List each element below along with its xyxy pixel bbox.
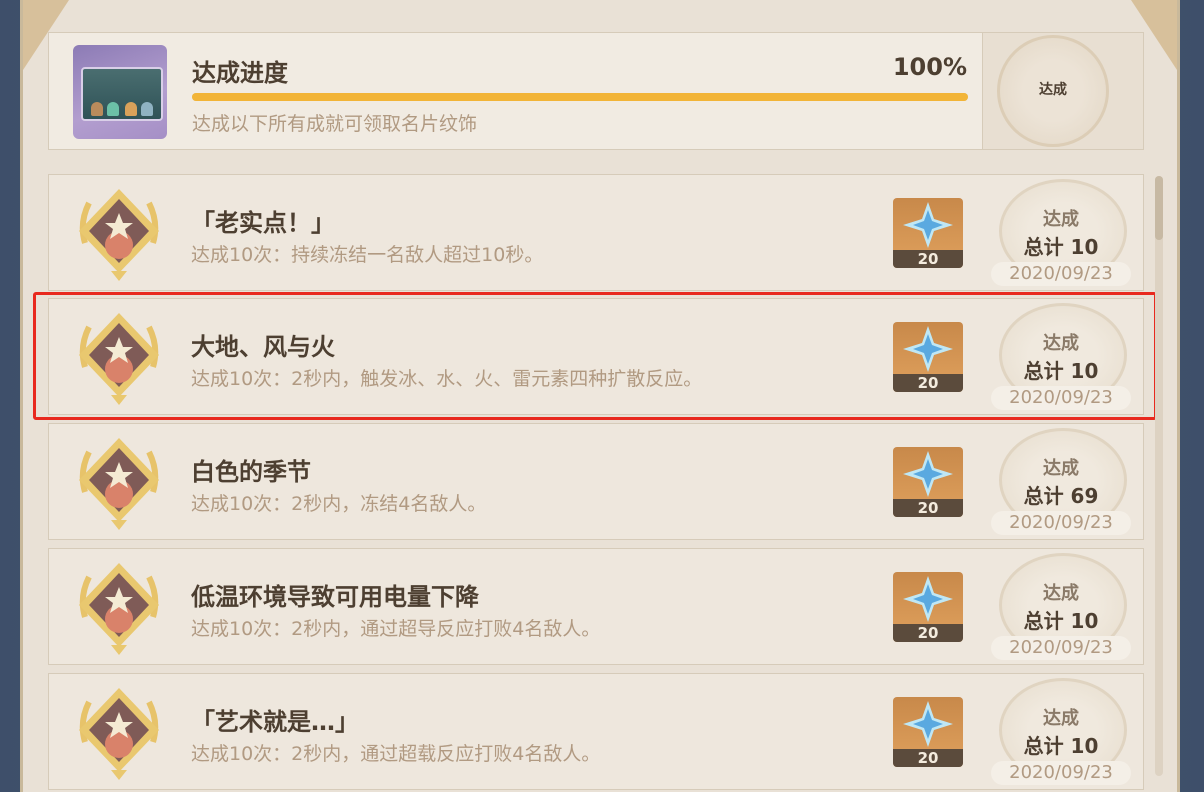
completion-stamp: 达成 总计 69 2020/09/23	[991, 424, 1143, 539]
reward-count: 20	[893, 499, 963, 517]
selection-highlight	[33, 292, 1157, 420]
achievement-badge-icon	[79, 438, 159, 530]
achievement-title: 「艺术就是…」	[191, 708, 359, 736]
achievement-description: 达成10次：2秒内，通过超载反应打败4名敌人。	[191, 743, 601, 765]
completion-date: 2020/09/23	[991, 636, 1131, 660]
stamp-total: 总计 69	[1023, 484, 1099, 508]
completion-stamp: 达成 总计 10 2020/09/23	[991, 674, 1143, 789]
progress-description: 达成以下所有成就可领取名片纹饰	[192, 113, 478, 135]
reward-item[interactable]: 20	[893, 697, 963, 767]
primogem-icon	[903, 451, 953, 497]
progress-bar-fill	[192, 93, 968, 101]
stamp-total: 总计 10	[1023, 235, 1099, 259]
primogem-icon	[903, 576, 953, 622]
stamp-total: 总计 10	[1023, 734, 1099, 758]
namecard-icon	[73, 45, 167, 139]
completion-stamp: 达成 总计 10 2020/09/23	[991, 175, 1143, 290]
achievement-row[interactable]: 白色的季节 达成10次：2秒内，冻结4名敌人。 20 达成 总计 69 2020…	[48, 423, 1144, 540]
achievement-row[interactable]: 低温环境导致可用电量下降 达成10次：2秒内，通过超导反应打败4名敌人。 20 …	[48, 548, 1144, 665]
stamp-status: 达成	[1043, 583, 1079, 604]
stamp-status: 达成	[1043, 458, 1079, 479]
stamp-total: 总计 10	[1023, 609, 1099, 633]
reward-count: 20	[893, 624, 963, 642]
progress-stamp: 达成	[982, 33, 1143, 149]
scrollbar-thumb[interactable]	[1155, 176, 1163, 240]
progress-title: 达成进度	[192, 59, 288, 87]
reward-count: 20	[893, 250, 963, 268]
progress-stamp-label: 达成	[1039, 82, 1067, 98]
progress-bar	[192, 93, 968, 101]
reward-item[interactable]: 20	[893, 572, 963, 642]
completion-stamp: 达成 总计 10 2020/09/23	[991, 549, 1143, 664]
progress-percent: 100%	[892, 53, 967, 81]
achievement-badge-icon	[79, 563, 159, 655]
reward-item[interactable]: 20	[893, 447, 963, 517]
achievement-description: 达成10次：2秒内，冻结4名敌人。	[191, 493, 487, 515]
achievement-badge-icon	[79, 688, 159, 780]
reward-item[interactable]: 20	[893, 198, 963, 268]
achievement-title: 低温环境导致可用电量下降	[191, 583, 479, 611]
achievement-title: 「老实点！」	[191, 209, 335, 237]
achievement-row[interactable]: 「老实点！」 达成10次：持续冻结一名敌人超过10秒。 20 达成 总计 10 …	[48, 174, 1144, 291]
achievement-description: 达成10次：持续冻结一名敌人超过10秒。	[191, 244, 544, 266]
achievement-description: 达成10次：2秒内，通过超导反应打败4名敌人。	[191, 618, 601, 640]
completion-date: 2020/09/23	[991, 262, 1131, 286]
scrollbar[interactable]	[1155, 176, 1163, 776]
stamp-status: 达成	[1043, 209, 1079, 230]
completion-date: 2020/09/23	[991, 761, 1131, 785]
primogem-icon	[903, 202, 953, 248]
achievement-badge-icon	[79, 189, 159, 281]
achievement-title: 白色的季节	[191, 458, 311, 486]
stamp-status: 达成	[1043, 708, 1079, 729]
achievement-row[interactable]: 「艺术就是…」 达成10次：2秒内，通过超载反应打败4名敌人。 20 达成 总计…	[48, 673, 1144, 790]
completion-date: 2020/09/23	[991, 511, 1131, 535]
reward-count: 20	[893, 749, 963, 767]
progress-card: 达成进度 100% 达成以下所有成就可领取名片纹饰 达成	[48, 32, 1144, 150]
primogem-icon	[903, 701, 953, 747]
